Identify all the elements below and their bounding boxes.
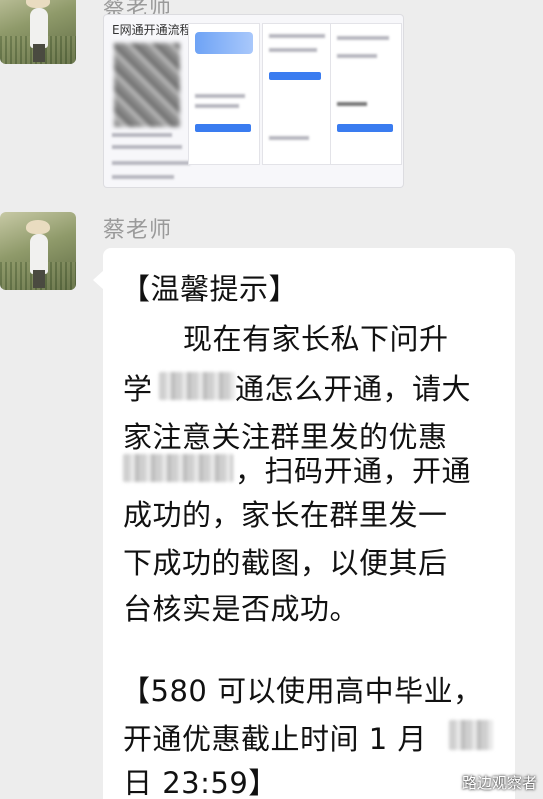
message-line: 台核实是否成功。 bbox=[123, 592, 360, 626]
blurred-text bbox=[112, 161, 190, 165]
image-message[interactable]: E网通开通流程 bbox=[104, 15, 403, 187]
blurred-text bbox=[112, 145, 182, 149]
sender-name: 蔡老师 bbox=[103, 218, 173, 243]
screenshot-panel bbox=[262, 23, 334, 165]
sender-avatar[interactable] bbox=[0, 212, 76, 290]
message-line: 通怎么开通，请大 bbox=[235, 372, 472, 406]
message-line: 开通优惠截止时间 1 月 bbox=[123, 722, 427, 756]
redacted-mosaic bbox=[449, 720, 493, 750]
blurred-text bbox=[112, 175, 174, 179]
screenshot-panel bbox=[330, 23, 402, 165]
redacted-mosaic bbox=[159, 372, 235, 400]
blurred-text bbox=[112, 133, 172, 137]
message-line: 下成功的截图，以便其后 bbox=[123, 546, 448, 580]
screenshot-panel bbox=[188, 23, 260, 165]
blurred-qr-code bbox=[114, 43, 180, 127]
chat-screen: 蔡老师 E网通开通流程 蔡老师 【温馨提示】 现在有家长私下问升 学 通怎么开通… bbox=[0, 0, 543, 799]
message-line: 现在有家长私下问升 bbox=[183, 322, 449, 356]
message-line: 【580 可以使用高中毕业， bbox=[121, 674, 483, 708]
watermark: 路边观察者 bbox=[461, 774, 537, 792]
message-line: 【温馨提示】 bbox=[121, 272, 299, 306]
message-line: ，扫码开通，开通 bbox=[235, 454, 472, 488]
message-line: 学 bbox=[123, 372, 153, 406]
message-line: 成功的，家长在群里发一 bbox=[123, 498, 448, 532]
redacted-mosaic bbox=[123, 454, 233, 482]
image-doc-title: E网通开通流程 bbox=[112, 23, 192, 37]
message-line: 日 23:59】 bbox=[123, 766, 278, 799]
sender-avatar[interactable] bbox=[0, 0, 76, 64]
text-message-bubble[interactable]: 【温馨提示】 现在有家长私下问升 学 通怎么开通，请大 家注意关注群里发的优惠 … bbox=[93, 248, 515, 799]
